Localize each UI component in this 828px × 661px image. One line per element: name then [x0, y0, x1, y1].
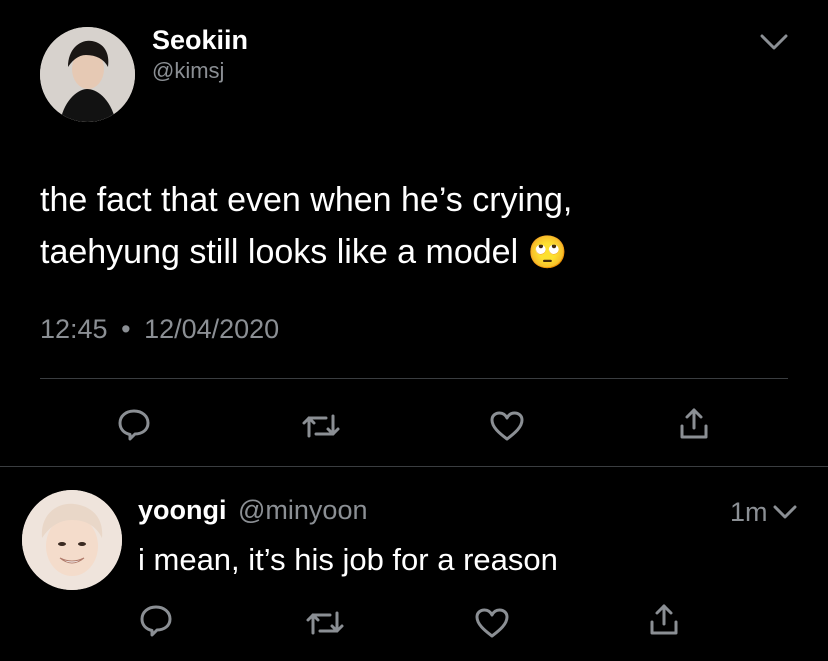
- tweet-text-line-1: the fact that even when he’s crying,: [40, 181, 573, 219]
- reply-header: yoongi @minyoon: [138, 494, 367, 526]
- display-name[interactable]: Seokiin: [152, 24, 248, 56]
- reply-icon[interactable]: [116, 408, 152, 442]
- tweet-time: 12:45: [40, 314, 108, 344]
- tweet-timestamp: 12:45 • 12/04/2020: [40, 312, 279, 346]
- chevron-down-icon[interactable]: [758, 32, 790, 52]
- reply-chevron-down-icon[interactable]: [772, 503, 798, 521]
- reply-avatar[interactable]: [22, 490, 122, 590]
- user-handle[interactable]: @kimsj: [152, 58, 224, 84]
- like-icon[interactable]: [489, 410, 525, 442]
- reply-text: i mean, it’s his job for a reason: [138, 542, 558, 577]
- tweet-text-line-2: taehyung still looks like a model 🙄: [40, 230, 567, 274]
- tweet-date: 12/04/2020: [144, 314, 280, 344]
- divider-full: [0, 466, 828, 467]
- divider-top: [40, 378, 788, 379]
- reply-reply-icon[interactable]: [138, 604, 174, 638]
- reply-share-icon[interactable]: [648, 602, 680, 638]
- reply-user-handle[interactable]: @minyoon: [238, 495, 367, 525]
- timestamp-separator: •: [121, 314, 131, 344]
- reply-display-name[interactable]: yoongi: [138, 495, 227, 525]
- reply-like-icon[interactable]: [474, 607, 510, 639]
- eye-roll-emoji: 🙄: [527, 234, 568, 270]
- retweet-icon[interactable]: [300, 410, 342, 442]
- share-icon[interactable]: [678, 406, 710, 442]
- reply-age: 1m: [730, 497, 768, 527]
- avatar[interactable]: [40, 27, 135, 122]
- reply-retweet-icon[interactable]: [304, 607, 346, 639]
- tweet-text-line-2-text: taehyung still looks like a model: [40, 233, 519, 271]
